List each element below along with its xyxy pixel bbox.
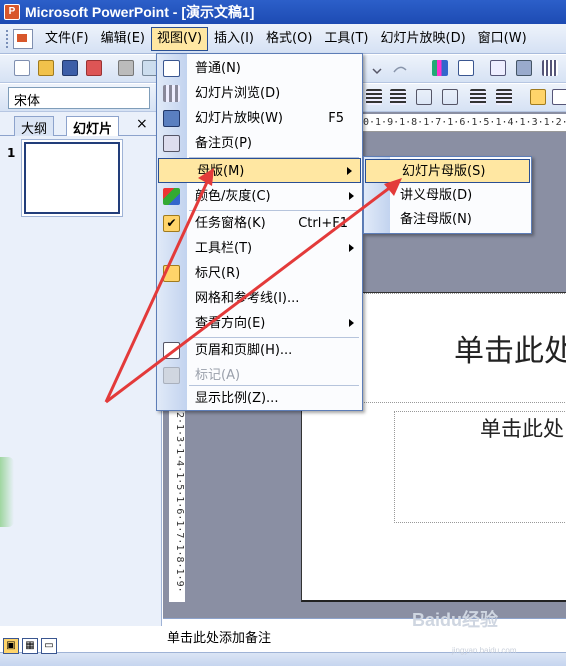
projector-icon <box>163 110 180 127</box>
print-icon[interactable] <box>118 60 134 76</box>
new-file-icon[interactable] <box>14 60 30 76</box>
ruler-checked-icon <box>163 265 180 282</box>
window-title: Microsoft PowerPoint - [演示文稿1] <box>25 4 255 20</box>
insert-table-icon[interactable] <box>458 60 474 76</box>
document-icon[interactable] <box>13 28 33 49</box>
distribute-icon[interactable] <box>416 89 432 105</box>
color-grayscale-icon <box>163 188 180 205</box>
tab-outline[interactable]: 大纲 <box>14 116 55 137</box>
font-name-input[interactable]: 宋体 <box>8 87 150 109</box>
menu-view[interactable]: 视图(V) <box>150 26 209 51</box>
submenu-item-slide-master[interactable]: 幻灯片母版(S) <box>365 159 530 183</box>
slide-thumbnail[interactable] <box>24 142 120 214</box>
notes-page-icon <box>163 135 180 152</box>
submenu-arrow-icon <box>347 167 352 175</box>
menu-tools[interactable]: 工具(T) <box>318 27 374 51</box>
menu-edit[interactable]: 编辑(E) <box>95 27 151 51</box>
tab-slides[interactable]: 幻灯片 <box>66 116 120 137</box>
redo-icon[interactable] <box>392 63 408 73</box>
panel-tabs: 大纲 幻灯片 × <box>0 114 162 137</box>
increase-font-icon[interactable] <box>530 89 546 105</box>
insert-chart-icon[interactable] <box>432 60 448 76</box>
slide-sorter-icon <box>163 85 180 102</box>
submenu-arrow-icon <box>349 244 354 252</box>
align-center-icon[interactable] <box>366 89 382 105</box>
checkmark-icon: ✔ <box>163 215 180 232</box>
menu-item-ruler[interactable]: 标尺(R) <box>157 261 362 286</box>
open-folder-icon[interactable] <box>38 60 54 76</box>
submenu-item-notes-master[interactable]: 备注母版(N) <box>364 208 531 232</box>
align-right-icon[interactable] <box>390 89 406 105</box>
menu-file[interactable]: 文件(F) <box>39 27 95 51</box>
menu-item-zoom[interactable]: 显示比例(Z)... <box>157 386 362 411</box>
show-grid-icon[interactable] <box>542 60 558 76</box>
permission-icon[interactable] <box>86 60 102 76</box>
menu-item-task-pane[interactable]: ✔ 任务窗格(K) Ctrl+F1 <box>157 211 362 236</box>
slide-sorter-icon[interactable]: ▦ <box>22 638 38 654</box>
normal-view-icon[interactable]: ▣ <box>3 638 19 654</box>
menu-item-master[interactable]: 母版(M) <box>158 158 361 183</box>
menu-slideshow[interactable]: 幻灯片放映(D) <box>375 27 472 51</box>
slide-number: 1 <box>7 146 16 160</box>
insert-wordart-icon[interactable] <box>516 60 532 76</box>
menu-item-header-footer[interactable]: 页眉和页脚(H)... <box>157 338 362 363</box>
menu-item-normal[interactable]: 普通(N) <box>157 56 362 81</box>
menu-item-notes-page[interactable]: 备注页(P) <box>157 131 362 156</box>
menu-item-orientation[interactable]: 查看方向(E) <box>157 311 362 336</box>
slide-title-text[interactable]: 单击此处 <box>454 326 566 370</box>
menu-item-slideshow[interactable]: 幻灯片放映(W) F5 <box>157 106 362 131</box>
slideshow-view-icon[interactable]: ▭ <box>41 638 57 654</box>
menubar-grip-icon[interactable] <box>6 29 9 48</box>
save-icon[interactable] <box>62 60 78 76</box>
slide-subtitle-text[interactable]: 单击此处 <box>480 413 564 443</box>
side-decoration <box>0 457 14 527</box>
markup-icon <box>163 367 180 384</box>
normal-view-icon <box>163 60 180 77</box>
baidu-watermark: Baidu经验 <box>412 610 499 630</box>
menu-item-grid-guides[interactable]: 网格和参考线(I)... <box>157 286 362 311</box>
insert-textbox-icon[interactable] <box>490 60 506 76</box>
menu-item-toolbars[interactable]: 工具栏(T) <box>157 236 362 261</box>
vertical-ruler[interactable]: 2·1·3·1·4·1·5·1·6·1·7·1·8·1·9· <box>169 402 185 602</box>
title-bar: P Microsoft PowerPoint - [演示文稿1] <box>0 0 566 24</box>
submenu-arrow-icon <box>349 192 354 200</box>
menu-insert[interactable]: 插入(I) <box>208 27 260 51</box>
header-footer-icon <box>163 342 180 359</box>
undo-dropdown-icon[interactable] <box>372 64 382 75</box>
horizontal-ruler[interactable]: 0·1·9·1·8·1·7·1·6·1·5·1·4·1·3·1·2· <box>363 114 566 132</box>
submenu-item-handout-master[interactable]: 讲义母版(D) <box>364 184 531 208</box>
menu-item-color-grayscale[interactable]: 颜色/灰度(C) <box>157 184 362 209</box>
master-submenu: 幻灯片母版(S) 讲义母版(D) 备注母版(N) <box>363 156 532 234</box>
line-spacing-icon[interactable] <box>442 89 458 105</box>
bullets-icon[interactable] <box>496 89 512 105</box>
menu-format[interactable]: 格式(O) <box>260 27 318 51</box>
numbering-icon[interactable] <box>470 89 486 105</box>
view-menu-dropdown: 普通(N) 幻灯片浏览(D) 幻灯片放映(W) F5 备注页(P) 母版(M) … <box>156 53 363 411</box>
slides-panel: 大纲 幻灯片 × 1 <box>0 112 162 626</box>
menu-item-slide-sorter[interactable]: 幻灯片浏览(D) <box>157 81 362 106</box>
powerpoint-app-icon: P <box>4 4 20 20</box>
view-buttons: ▣ ▦ ▭ <box>3 638 57 654</box>
decrease-font-icon[interactable] <box>552 89 566 105</box>
menu-window[interactable]: 窗口(W) <box>472 27 533 51</box>
menu-bar: 文件(F) 编辑(E) 视图(V) 插入(I) 格式(O) 工具(T) 幻灯片放… <box>0 24 566 54</box>
close-panel-icon[interactable]: × <box>136 116 148 132</box>
baidu-watermark-url: jingyan.baidu.com <box>452 646 517 655</box>
submenu-arrow-icon <box>349 319 354 327</box>
